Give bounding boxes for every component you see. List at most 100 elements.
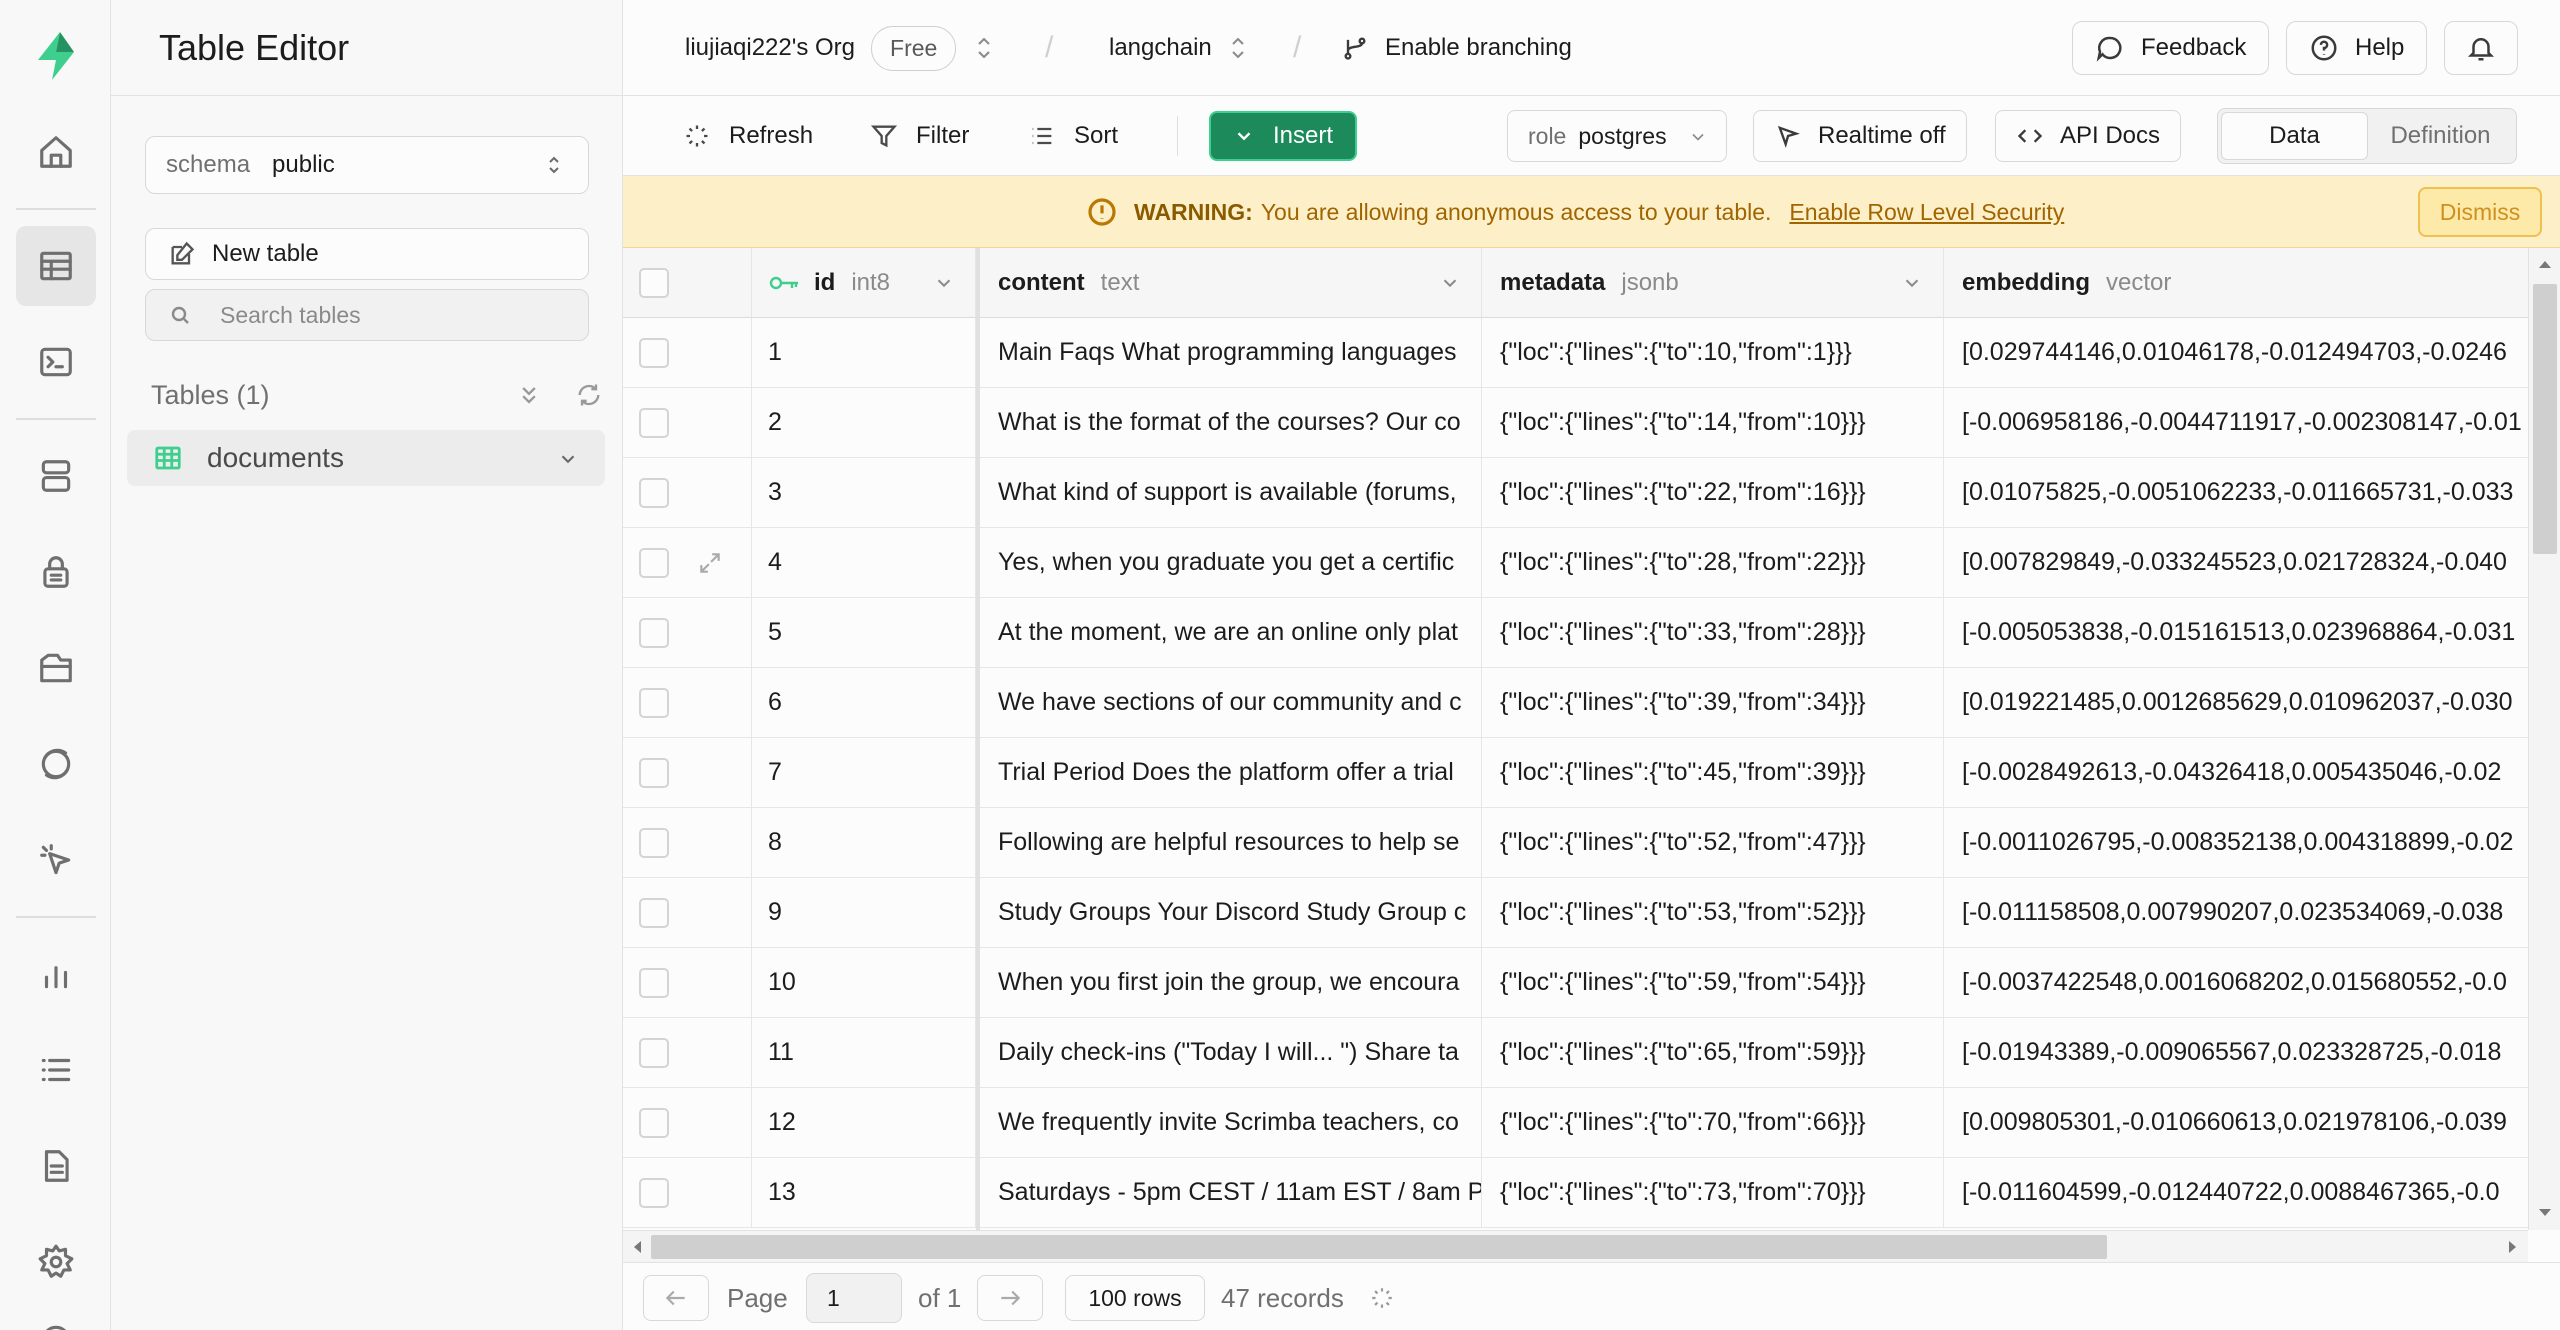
cell-id[interactable]: 3 <box>752 458 976 527</box>
cell-metadata[interactable]: {"loc":{"lines":{"to":45,"from":39}}} <box>1482 738 1944 807</box>
cell-embedding[interactable]: [0.007829849,-0.033245523,0.021728324,-0… <box>1944 528 2528 597</box>
cell-id[interactable]: 4 <box>752 528 976 597</box>
search-tables-input[interactable]: Search tables <box>145 289 589 341</box>
row-checkbox[interactable] <box>639 827 669 858</box>
logs-list-icon[interactable] <box>16 1030 96 1110</box>
column-header-embedding[interactable]: embedding vector <box>1944 248 2528 317</box>
cell-embedding[interactable]: [-0.01943389,-0.009065567,0.023328725,-0… <box>1944 1018 2528 1087</box>
row-checkbox[interactable] <box>639 1177 669 1208</box>
cell-embedding[interactable]: [0.01075825,-0.0051062233,-0.011665731,-… <box>1944 458 2528 527</box>
cell-metadata[interactable]: {"loc":{"lines":{"to":28,"from":22}}} <box>1482 528 1944 597</box>
cell-metadata[interactable]: {"loc":{"lines":{"to":52,"from":47}}} <box>1482 808 1944 877</box>
cell-metadata[interactable]: {"loc":{"lines":{"to":14,"from":10}}} <box>1482 388 1944 457</box>
column-header-metadata[interactable]: metadata jsonb <box>1482 248 1944 317</box>
table-row[interactable]: 13 Saturdays - 5pm CEST / 11am EST / 8am … <box>623 1158 2528 1228</box>
realtime-icon[interactable] <box>16 724 96 804</box>
cell-embedding[interactable]: [0.029744146,0.01046178,-0.012494703,-0.… <box>1944 318 2528 387</box>
table-row[interactable]: 8 Following are helpful resources to help… <box>623 808 2528 878</box>
cell-id[interactable]: 7 <box>752 738 976 807</box>
prev-page-button[interactable] <box>643 1275 709 1321</box>
scroll-down-arrow-icon[interactable] <box>2536 1203 2554 1221</box>
cell-embedding[interactable]: [-0.0037422548,0.0016068202,0.015680552,… <box>1944 948 2528 1017</box>
auth-lock-icon[interactable] <box>16 532 96 612</box>
row-checkbox[interactable] <box>639 407 669 438</box>
feedback-button[interactable]: Feedback <box>2072 21 2270 75</box>
table-row[interactable]: 7 Trial Period Does the platform offer a … <box>623 738 2528 808</box>
column-header-content[interactable]: content text <box>980 248 1482 317</box>
table-row[interactable]: 5 At the moment, we are an online only pl… <box>623 598 2528 668</box>
cell-embedding[interactable]: [-0.0028492613,-0.04326418,0.005435046,-… <box>1944 738 2528 807</box>
cell-content[interactable]: Yes, when you graduate you get a certifi… <box>980 528 1482 597</box>
row-checkbox[interactable] <box>639 757 669 788</box>
vertical-scroll-thumb[interactable] <box>2533 284 2557 554</box>
row-checkbox[interactable] <box>639 897 669 928</box>
cell-content[interactable]: What kind of support is available (forum… <box>980 458 1482 527</box>
cell-embedding[interactable]: [0.009805301,-0.010660613,0.021978106,-0… <box>1944 1088 2528 1157</box>
cell-metadata[interactable]: {"loc":{"lines":{"to":22,"from":16}}} <box>1482 458 1944 527</box>
cell-content[interactable]: Daily check-ins ("Today I will... ") Sha… <box>980 1018 1482 1087</box>
cell-content[interactable]: Main Faqs What programming languages <box>980 318 1482 387</box>
cell-metadata[interactable]: {"loc":{"lines":{"to":33,"from":28}}} <box>1482 598 1944 667</box>
settings-gear-icon[interactable] <box>16 1222 96 1302</box>
cell-embedding[interactable]: [-0.0011026795,-0.008352138,0.004318899,… <box>1944 808 2528 877</box>
table-row[interactable]: 1 Main Faqs What programming languages {"l… <box>623 318 2528 388</box>
refresh-tables-icon[interactable] <box>575 381 603 409</box>
row-checkbox[interactable] <box>639 617 669 648</box>
breadcrumb-org[interactable]: liujiaqi222's Org Free <box>685 0 996 96</box>
chevron-down-icon[interactable] <box>933 272 955 294</box>
cell-id[interactable]: 9 <box>752 878 976 947</box>
chevron-down-icon[interactable] <box>557 448 579 470</box>
cell-metadata[interactable]: {"loc":{"lines":{"to":73,"from":70}}} <box>1482 1158 1944 1227</box>
column-header-id[interactable]: id int8 <box>752 248 976 317</box>
row-checkbox[interactable] <box>639 547 669 578</box>
table-row[interactable]: 2 What is the format of the courses? Our … <box>623 388 2528 458</box>
horizontal-scrollbar[interactable] <box>623 1230 2528 1262</box>
cell-metadata[interactable]: {"loc":{"lines":{"to":70,"from":66}}} <box>1482 1088 1944 1157</box>
cell-id[interactable]: 2 <box>752 388 976 457</box>
table-row[interactable]: 6 We have sections of our community and c… <box>623 668 2528 738</box>
row-checkbox[interactable] <box>639 687 669 718</box>
cell-metadata[interactable]: {"loc":{"lines":{"to":39,"from":34}}} <box>1482 668 1944 737</box>
home-icon[interactable] <box>16 112 96 192</box>
cell-metadata[interactable]: {"loc":{"lines":{"to":59,"from":54}}} <box>1482 948 1944 1017</box>
scroll-up-arrow-icon[interactable] <box>2536 256 2554 274</box>
cell-id[interactable]: 1 <box>752 318 976 387</box>
cell-metadata[interactable]: {"loc":{"lines":{"to":65,"from":59}}} <box>1482 1018 1944 1087</box>
cell-content[interactable]: When you first join the group, we encour… <box>980 948 1482 1017</box>
table-row[interactable]: 10 When you first join the group, we enco… <box>623 948 2528 1018</box>
cell-embedding[interactable]: [-0.005053838,-0.015161513,0.023968864,-… <box>1944 598 2528 667</box>
insert-button[interactable]: Insert <box>1209 111 1357 161</box>
cell-content[interactable]: Following are helpful resources to help … <box>980 808 1482 877</box>
supabase-logo-icon[interactable] <box>30 30 82 82</box>
cell-embedding[interactable]: [-0.006958186,-0.0044711917,-0.002308147… <box>1944 388 2528 457</box>
help-button[interactable]: Help <box>2286 21 2428 75</box>
row-checkbox[interactable] <box>639 1037 669 1068</box>
cell-embedding[interactable]: [-0.011158508,0.007990207,0.023534069,-0… <box>1944 878 2528 947</box>
vertical-scrollbar[interactable] <box>2528 248 2560 1230</box>
sql-terminal-icon[interactable] <box>16 322 96 402</box>
sidebar-item-documents[interactable]: documents <box>127 430 605 486</box>
new-table-button[interactable]: New table <box>145 228 589 280</box>
cell-id[interactable]: 13 <box>752 1158 976 1227</box>
dismiss-button[interactable]: Dismiss <box>2418 187 2542 237</box>
cell-content[interactable]: We frequently invite Scrimba teachers, c… <box>980 1088 1482 1157</box>
row-checkbox[interactable] <box>639 477 669 508</box>
enable-rls-link[interactable]: Enable Row Level Security <box>1789 199 2064 226</box>
docs-file-icon[interactable] <box>16 1126 96 1206</box>
cell-embedding[interactable]: [-0.011604599,-0.012440722,0.0088467365,… <box>1944 1158 2528 1227</box>
cell-id[interactable]: 10 <box>752 948 976 1017</box>
help-circle-icon[interactable] <box>16 1300 96 1330</box>
realtime-toggle-button[interactable]: Realtime off <box>1753 110 1967 162</box>
tab-definition[interactable]: Definition <box>2368 112 2513 160</box>
database-icon[interactable] <box>16 436 96 516</box>
cell-content[interactable]: At the moment, we are an online only pla… <box>980 598 1482 667</box>
cell-content[interactable]: We have sections of our community and c <box>980 668 1482 737</box>
row-checkbox[interactable] <box>639 337 669 368</box>
edge-functions-cursor-icon[interactable] <box>16 820 96 900</box>
cell-id[interactable]: 5 <box>752 598 976 667</box>
breadcrumb-project[interactable]: langchain <box>1109 0 1250 96</box>
scroll-right-arrow-icon[interactable] <box>2503 1238 2521 1256</box>
next-page-button[interactable] <box>977 1275 1043 1321</box>
collapse-all-icon[interactable] <box>515 381 543 409</box>
cell-content[interactable]: Trial Period Does the platform offer a t… <box>980 738 1482 807</box>
